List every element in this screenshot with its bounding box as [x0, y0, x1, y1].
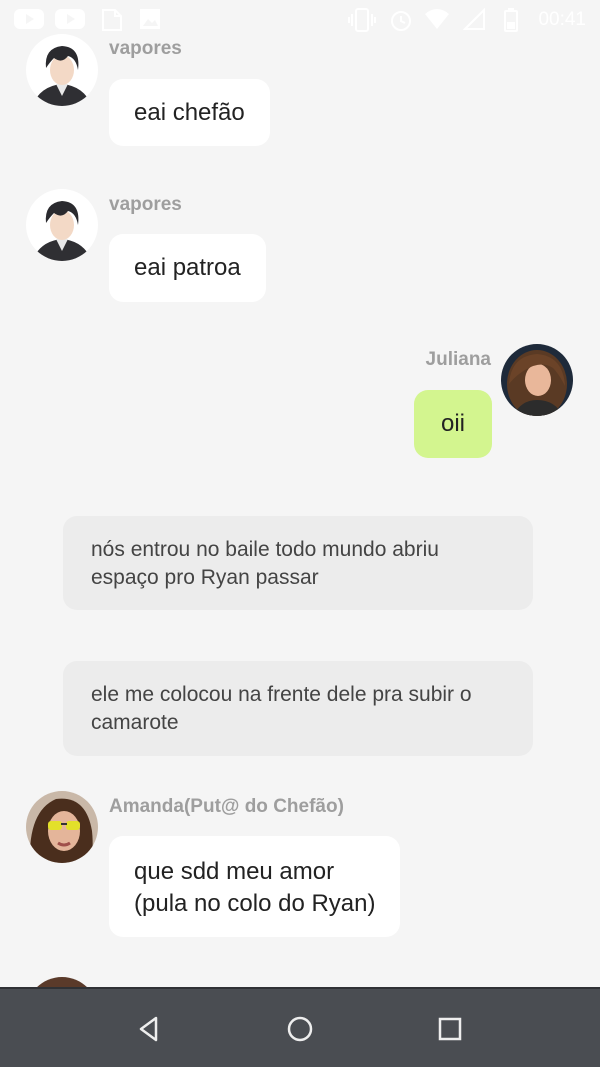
- wifi-icon: [425, 9, 449, 29]
- signal-icon: [463, 8, 485, 30]
- narration-text: nós entrou no baile todo mundo abriu esp…: [91, 538, 439, 589]
- message-text: eai chefão: [134, 98, 245, 126]
- home-button[interactable]: [284, 1013, 316, 1045]
- avatar[interactable]: [501, 344, 573, 416]
- navigation-bar: [0, 987, 600, 1067]
- back-button[interactable]: [134, 1013, 166, 1045]
- youtube-icon: [14, 9, 44, 29]
- avatar[interactable]: [26, 189, 98, 261]
- battery-icon: [504, 8, 518, 32]
- message-text: oii: [440, 410, 465, 437]
- message-bubble[interactable]: que sdd meu amor (pula no colo do Ryan): [109, 836, 401, 937]
- sender-name: vapores: [109, 38, 182, 59]
- sender-name: Juliana: [425, 349, 491, 370]
- message-bubble[interactable]: oii: [414, 390, 492, 458]
- message-text: eai patroa: [134, 254, 241, 281]
- avatar[interactable]: [26, 791, 98, 863]
- chat-area: vapores eai chefão vapores eai patroa Ju…: [0, 0, 600, 987]
- status-bar: 00:41: [0, 0, 600, 40]
- message-bubble[interactable]: eai patroa: [109, 234, 266, 302]
- image-icon: [140, 9, 160, 29]
- message-bubble[interactable]: eai chefão: [109, 79, 270, 146]
- sender-name: Amanda(Put@ do Chefão): [109, 796, 344, 817]
- avatar[interactable]: [26, 34, 98, 106]
- narration-message[interactable]: nós entrou no baile todo mundo abriu esp…: [63, 516, 533, 610]
- narration-message[interactable]: ele me colocou na frente dele pra subir …: [63, 661, 533, 756]
- vibrate-icon: [348, 8, 376, 32]
- avatar[interactable]: [26, 977, 98, 987]
- file-icon: [102, 9, 122, 31]
- youtube-icon: [55, 9, 85, 29]
- sender-name: vapores: [109, 194, 182, 215]
- alarm-icon: [391, 11, 411, 31]
- narration-text: ele me colocou na frente dele pra subir …: [91, 683, 472, 734]
- message-text: (pula no colo do Ryan): [134, 890, 376, 917]
- message-text: que sdd meu amor: [134, 858, 335, 885]
- recents-button[interactable]: [434, 1013, 466, 1045]
- clock: 00:41: [538, 9, 586, 30]
